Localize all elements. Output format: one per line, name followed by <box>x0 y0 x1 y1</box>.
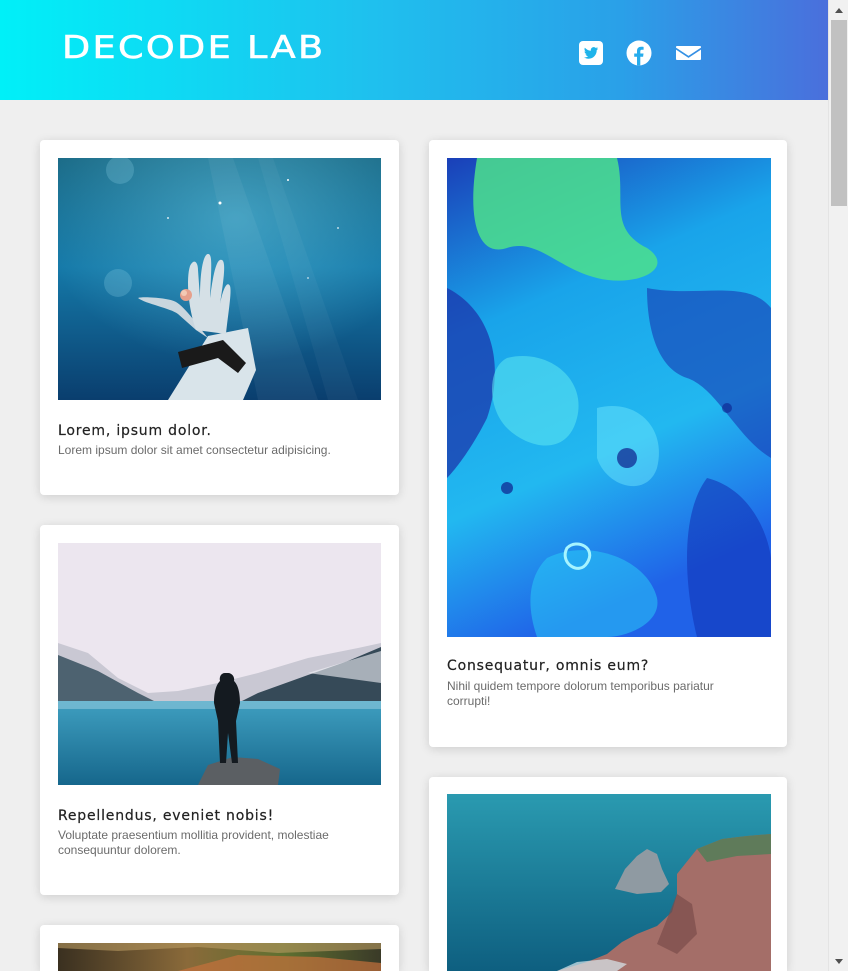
scroll-up-arrow-icon[interactable] <box>829 0 848 20</box>
card[interactable]: Repellendus, eveniet nobis! Voluptate pr… <box>40 525 399 895</box>
card[interactable]: Lorem, ipsum dolor. Lorem ipsum dolor si… <box>40 140 399 495</box>
blue-marble-abstract-photo <box>447 158 771 637</box>
card[interactable]: Consequatur, omnis eum? Nihil quidem tem… <box>429 140 787 747</box>
card[interactable] <box>40 925 399 971</box>
twitter-icon[interactable] <box>578 40 604 66</box>
scrollbar-thumb[interactable] <box>831 20 847 206</box>
lake-mountains-person-photo <box>58 543 381 785</box>
mountain-landscape-photo <box>58 943 381 971</box>
card-title[interactable]: Repellendus, eveniet nobis! <box>58 808 274 824</box>
envelope-icon[interactable] <box>675 40 702 66</box>
underwater-hand-photo <box>58 158 381 400</box>
scroll-down-arrow-icon[interactable] <box>829 951 848 971</box>
card-text: Nihil quidem tempore dolorum temporibus … <box>447 679 714 708</box>
card-title[interactable]: Consequatur, omnis eum? <box>447 658 649 674</box>
site-logo[interactable]: DECODE LAB <box>62 30 325 67</box>
sea-cliffs-photo <box>447 794 771 971</box>
site-header: DECODE LAB <box>0 0 828 100</box>
card[interactable] <box>429 777 787 971</box>
card-title[interactable]: Lorem, ipsum dolor. <box>58 423 212 439</box>
card-text: Voluptate praesentium mollitia provident… <box>58 828 329 857</box>
facebook-icon[interactable] <box>626 40 652 66</box>
card-text: Lorem ipsum dolor sit amet consectetur a… <box>58 443 331 457</box>
vertical-scrollbar[interactable] <box>828 0 848 971</box>
